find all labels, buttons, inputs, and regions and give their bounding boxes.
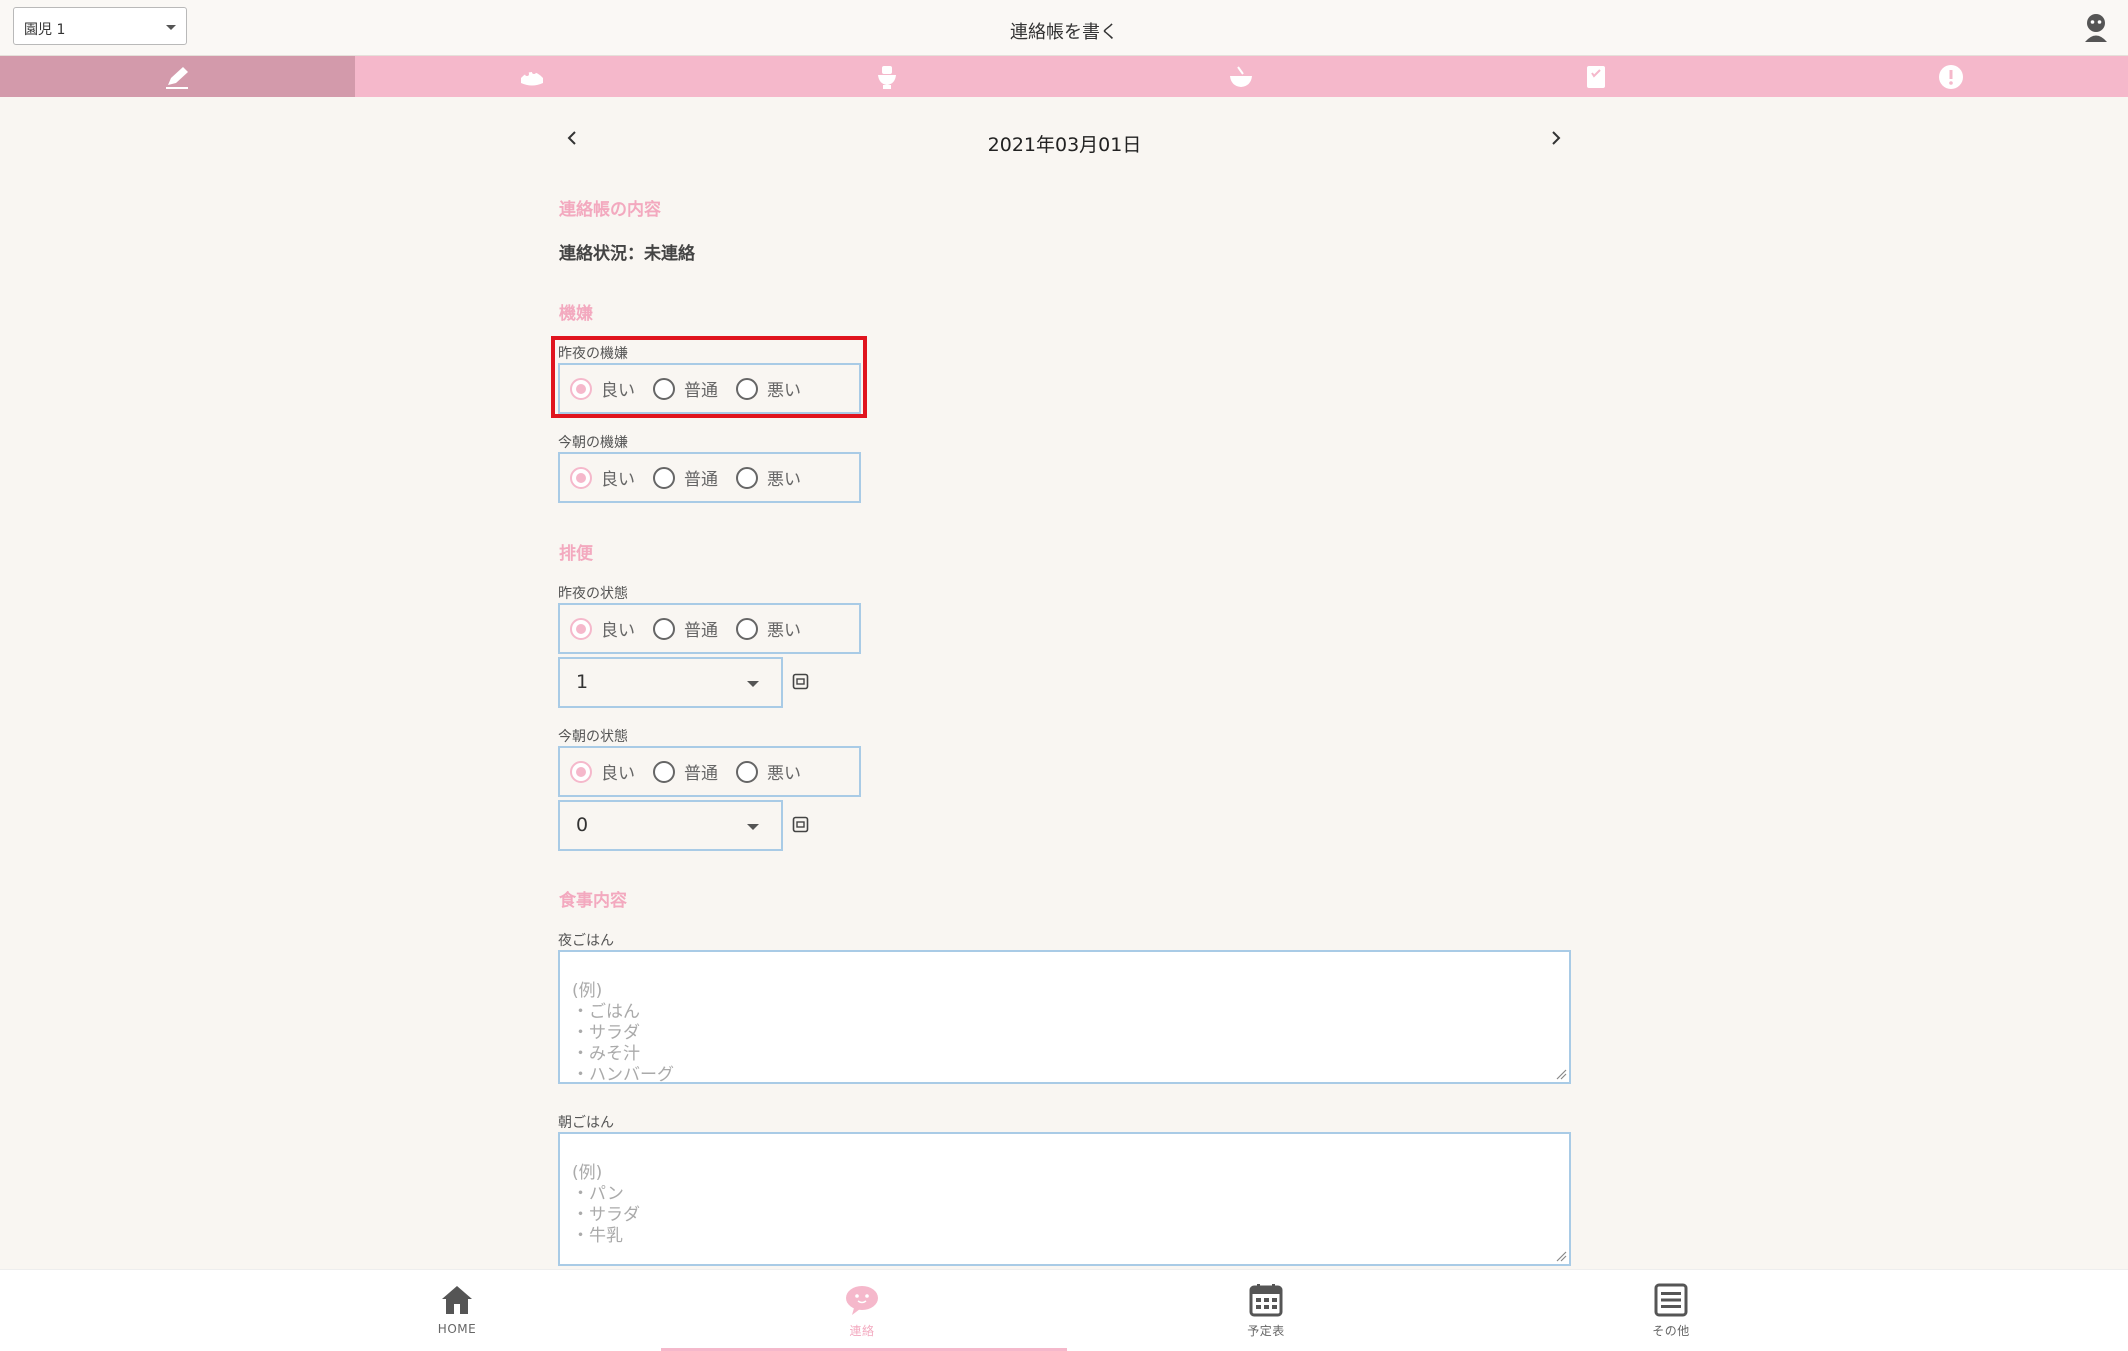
count-value: 1 (576, 671, 589, 693)
category-tabs (0, 56, 2128, 97)
resize-grip-icon[interactable] (1555, 1068, 1567, 1080)
bnav-other[interactable]: その他 (1611, 1282, 1731, 1339)
bnav-other-label: その他 (1652, 1324, 1690, 1338)
bowl-icon (1230, 65, 1253, 87)
toilet-icon (877, 65, 896, 89)
chevron-right-icon[interactable] (1541, 124, 1571, 154)
section-title-mood: 機嫌 (559, 304, 593, 324)
caret-down-icon (747, 681, 759, 687)
radio-normal[interactable]: 普通 (653, 465, 718, 490)
bath-icon (521, 69, 543, 85)
radio-circle[interactable] (570, 466, 592, 489)
app-header: 園児 1 連絡帳を書く (0, 0, 2128, 56)
radio-good[interactable]: 良い (570, 465, 635, 490)
radio-good[interactable]: 良い (570, 759, 635, 784)
square-button-icon[interactable] (792, 816, 809, 833)
stool-this-morning-count-select[interactable]: 0 (558, 800, 783, 851)
user-avatar-icon[interactable] (2082, 12, 2110, 42)
radio-good[interactable]: 良い (570, 616, 635, 641)
stool-last-night-label: 昨夜の状態 (558, 586, 628, 602)
dinner-label: 夜ごはん (558, 933, 614, 949)
radio-label-bad: 悪い (767, 764, 801, 784)
bottom-navigation: HOME 連絡 予定表 その他 (0, 1269, 2128, 1351)
calendar-icon (1249, 1284, 1283, 1317)
stool-last-night-count-select[interactable]: 1 (558, 657, 783, 708)
menu-list-icon (1654, 1283, 1688, 1317)
radio-label-good: 良い (601, 764, 635, 784)
bnav-schedule[interactable]: 予定表 (1206, 1282, 1326, 1339)
square-button-icon[interactable] (792, 673, 809, 690)
page-title: 連絡帳を書く (1010, 22, 1118, 43)
pencil-icon (166, 66, 189, 89)
radio-normal[interactable]: 普通 (653, 616, 718, 641)
radio-circle[interactable] (736, 466, 758, 489)
alert-icon (1938, 64, 1963, 89)
calendar-card-icon (1587, 65, 1606, 88)
current-date: 2021年03月01日 (987, 134, 1142, 156)
section-title-meal: 食事内容 (559, 891, 627, 911)
radio-bad[interactable]: 悪い (736, 616, 801, 641)
radio-circle[interactable] (736, 760, 758, 783)
dinner-textarea[interactable]: (例) ・ごはん ・サラダ ・みそ汁 ・ハンバーグ (558, 950, 1571, 1085)
bnav-home[interactable]: HOME (397, 1282, 517, 1336)
radio-label-normal: 普通 (684, 470, 718, 490)
date-navigation: 2021年03月01日 (558, 124, 1571, 160)
mood-this-morning-label: 今朝の機嫌 (558, 435, 628, 451)
contact-status: 連絡状況：未連絡 (559, 244, 695, 264)
radio-label-bad: 悪い (767, 470, 801, 490)
tab-toilet[interactable] (709, 56, 1064, 97)
dinner-placeholder: (例) ・ごはん ・サラダ ・みそ汁 ・ハンバーグ (572, 981, 674, 1085)
tab-alert[interactable] (1773, 56, 2128, 97)
tab-schedule[interactable] (1419, 56, 1774, 97)
resize-grip-icon[interactable] (1555, 1250, 1567, 1262)
tab-meal[interactable] (1064, 56, 1419, 97)
highlight-frame (551, 336, 867, 418)
radio-label-bad: 悪い (767, 621, 801, 641)
radio-circle[interactable] (570, 760, 592, 783)
stool-last-night-radio-group: 良い 普通 悪い (558, 603, 861, 654)
breakfast-textarea[interactable]: (例) ・パン ・サラダ ・牛乳 (558, 1132, 1571, 1266)
section-title-contact: 連絡帳の内容 (559, 200, 661, 220)
radio-circle[interactable] (653, 760, 675, 783)
home-icon (442, 1286, 472, 1314)
breakfast-placeholder: (例) ・パン ・サラダ ・牛乳 (572, 1163, 640, 1246)
count-value: 0 (576, 814, 589, 836)
caret-down-icon (747, 824, 759, 830)
section-title-excretion: 排便 (559, 544, 593, 564)
mood-this-morning-radio-group: 良い 普通 悪い (558, 452, 861, 503)
radio-label-normal: 普通 (684, 764, 718, 784)
radio-circle[interactable] (736, 617, 758, 640)
tab-write[interactable] (0, 56, 355, 97)
stool-this-morning-label: 今朝の状態 (558, 729, 628, 745)
radio-circle[interactable] (653, 466, 675, 489)
radio-label-good: 良い (601, 470, 635, 490)
radio-normal[interactable]: 普通 (653, 759, 718, 784)
bnav-home-label: HOME (437, 1322, 477, 1336)
radio-circle[interactable] (570, 617, 592, 640)
radio-label-normal: 普通 (684, 621, 718, 641)
bnav-schedule-label: 予定表 (1247, 1324, 1285, 1338)
radio-circle[interactable] (653, 617, 675, 640)
radio-label-good: 良い (601, 621, 635, 641)
tab-bath[interactable] (355, 56, 710, 97)
radio-bad[interactable]: 悪い (736, 759, 801, 784)
chat-bubble-icon (846, 1286, 878, 1315)
bnav-contact-label: 連絡 (849, 1324, 875, 1338)
breakfast-label: 朝ごはん (558, 1115, 614, 1131)
bnav-contact[interactable]: 連絡 (802, 1282, 922, 1339)
stool-this-morning-radio-group: 良い 普通 悪い (558, 746, 861, 797)
radio-bad[interactable]: 悪い (736, 465, 801, 490)
